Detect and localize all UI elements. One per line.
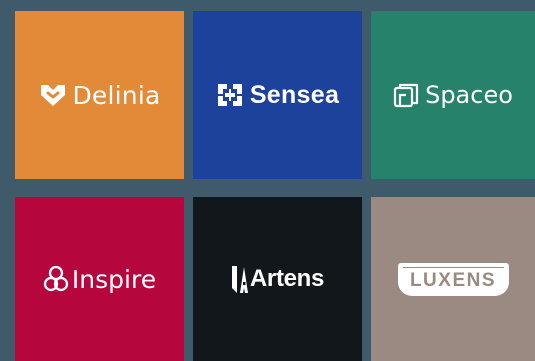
spaceo-wordmark: Spaceo: [425, 81, 513, 109]
s-monogram-icon: [216, 82, 244, 108]
brand-tile-luxens[interactable]: LUXENS: [371, 197, 535, 361]
stacked-pages-icon: [393, 82, 419, 108]
brand-tile-spaceo[interactable]: Spaceo: [371, 11, 535, 179]
brand-tile-artens[interactable]: Artens: [193, 197, 362, 361]
sensea-logo: Sensea: [216, 81, 339, 110]
artens-wordmark: Artens: [249, 265, 325, 292]
inspire-logo: Inspire: [43, 264, 156, 294]
brand-tile-inspire[interactable]: Inspire: [15, 197, 184, 361]
delinia-logo: Delinia: [38, 81, 160, 110]
heart-box-icon: [38, 82, 68, 108]
sensea-wordmark: Sensea: [249, 80, 340, 109]
badge-frame-icon: LUXENS: [397, 262, 509, 296]
brand-tile-sensea[interactable]: Sensea: [193, 11, 362, 179]
knot-icon: [43, 264, 69, 294]
luxens-wordmark: LUXENS: [409, 269, 497, 291]
inspire-wordmark: Inspire: [71, 264, 157, 294]
delinia-wordmark: Delinia: [72, 80, 161, 110]
a-block-icon: [231, 264, 249, 294]
brand-tile-delinia[interactable]: Delinia: [15, 11, 184, 179]
spaceo-logo: Spaceo: [393, 81, 513, 109]
artens-logo: Artens: [231, 264, 324, 294]
